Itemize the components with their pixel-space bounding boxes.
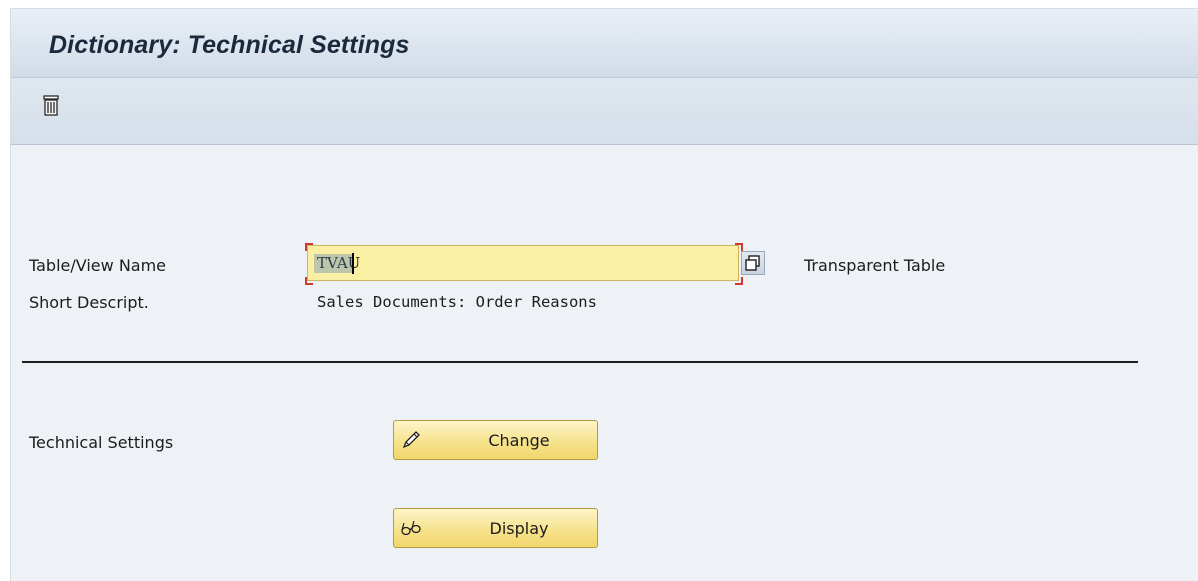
short-description-value: Sales Documents: Order Reasons [317, 293, 597, 311]
copy-icon [745, 255, 760, 271]
table-view-name-field-wrapper [305, 243, 743, 285]
change-button[interactable]: Change [393, 420, 598, 460]
table-view-name-input[interactable] [307, 245, 739, 281]
trash-icon [43, 95, 59, 116]
title-bar: Dictionary: Technical Settings [11, 9, 1198, 78]
screen: Dictionary: Technical Settings Table/Vie… [0, 0, 1198, 581]
display-button-label: Display [489, 519, 549, 538]
display-button[interactable]: Display [393, 508, 598, 548]
short-description-label: Short Descript. [29, 293, 149, 312]
technical-settings-label: Technical Settings [29, 433, 174, 452]
value-help-button[interactable] [741, 251, 765, 275]
text-cursor [352, 253, 354, 274]
pencil-icon [402, 431, 420, 449]
main-content: Table/View Name Transparent Table Short … [11, 145, 1198, 581]
sap-window: Dictionary: Technical Settings Table/Vie… [10, 8, 1198, 581]
delete-button[interactable] [41, 95, 61, 117]
separator-line [22, 361, 1138, 363]
table-type-text: Transparent Table [804, 256, 946, 275]
required-corner-marker [735, 277, 743, 285]
table-view-name-label: Table/View Name [29, 256, 167, 275]
application-toolbar [11, 78, 1198, 145]
glasses-icon [401, 520, 421, 536]
required-corner-marker [305, 277, 313, 285]
required-corner-marker [305, 243, 313, 251]
page-title: Dictionary: Technical Settings [49, 31, 410, 59]
change-button-label: Change [488, 431, 550, 450]
required-corner-marker [735, 243, 743, 251]
